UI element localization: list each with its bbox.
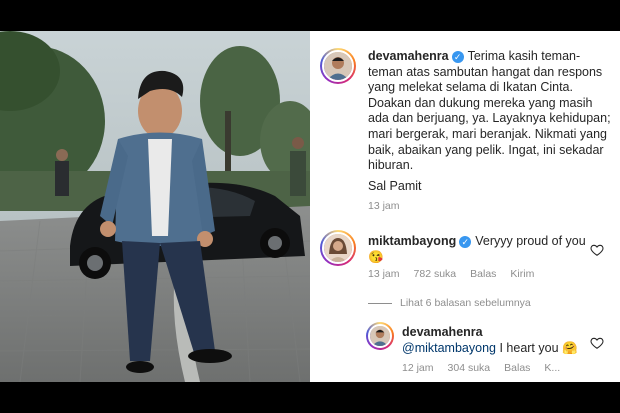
- comment-likes[interactable]: 782 suka: [414, 268, 457, 280]
- reply-username[interactable]: devamahenra: [402, 325, 483, 339]
- comment-timestamp[interactable]: 13 jam: [368, 268, 400, 280]
- post-photo[interactable]: [0, 31, 310, 382]
- post-caption: Terima kasih teman-teman atas sambutan h…: [368, 49, 611, 173]
- reply-author-avatar[interactable]: [366, 322, 394, 350]
- reply-meta: 12 jam 304 suka Balas K...: [402, 362, 574, 374]
- post-timestamp[interactable]: 13 jam: [368, 200, 400, 212]
- post-caption-block: devamahenra ✓ Terima kasih teman-teman ata…: [368, 49, 612, 174]
- reply-timestamp[interactable]: 12 jam: [402, 362, 434, 374]
- author-avatar[interactable]: [320, 48, 356, 84]
- view-replies-button[interactable]: Lihat 6 balasan sebelumnya: [400, 297, 531, 309]
- reply-mention-link[interactable]: @miktambayong: [402, 341, 496, 355]
- heart-icon[interactable]: [590, 336, 604, 350]
- reply-reply-button[interactable]: Balas: [504, 362, 530, 374]
- author-username[interactable]: devamahenra: [368, 49, 449, 63]
- comment-reply-button[interactable]: Balas: [470, 268, 496, 280]
- instagram-post: devamahenra ✓ Terima kasih teman-teman ata…: [0, 31, 620, 382]
- replies-divider: [368, 303, 392, 304]
- commenter-username[interactable]: miktambayong: [368, 234, 456, 248]
- reply-more-button[interactable]: K...: [544, 362, 560, 374]
- reply-emoji: 🤗: [562, 340, 578, 355]
- reply-likes[interactable]: 304 suka: [448, 362, 491, 374]
- commenter-avatar[interactable]: [320, 230, 356, 266]
- post-signoff: Sal Pamit: [368, 179, 422, 193]
- comment-body: miktambayong ✓ Veryyy proud of you 😘: [368, 234, 588, 265]
- verified-badge-icon: ✓: [451, 50, 464, 63]
- reply-text: I heart you: [499, 340, 559, 355]
- verified-badge-icon: ✓: [459, 235, 472, 248]
- heart-icon[interactable]: [590, 243, 604, 257]
- letterbox-bottom: [0, 382, 620, 413]
- comment-meta: 13 jam 782 suka Balas Kirim: [368, 268, 548, 280]
- reply-body: devamahenra @miktambayong I heart you 🤗: [402, 325, 587, 356]
- comments-panel: devamahenra ✓ Terima kasih teman-teman ata…: [310, 31, 620, 382]
- comment-send-button[interactable]: Kirim: [510, 268, 534, 280]
- comment-text: Veryyy proud of you: [475, 234, 586, 248]
- comment-emoji: 😘: [368, 249, 384, 264]
